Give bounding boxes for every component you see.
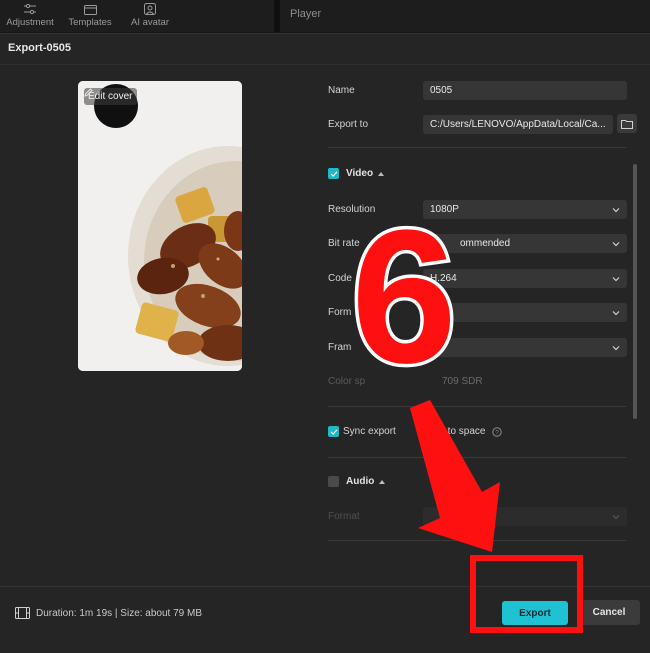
export-summary: Duration: 1m 19s | Size: about 79 MB <box>15 607 202 619</box>
pencil-icon <box>84 88 93 97</box>
audio-section-label: Audio <box>346 476 375 487</box>
sync-label: Sync export <box>343 426 396 437</box>
step-number-annotation: 6 <box>348 212 461 382</box>
chevron-down-icon <box>612 345 620 350</box>
tool-label: Templates <box>68 17 112 28</box>
food-thumbnail-image <box>78 81 242 371</box>
browse-folder-button[interactable] <box>617 114 637 133</box>
tool-label: AI avatar <box>130 17 170 28</box>
player-panel-title: Player <box>290 8 322 20</box>
film-icon <box>15 607 30 619</box>
tool-label: Adjustment <box>6 17 54 28</box>
chevron-down-icon <box>612 514 620 519</box>
step-number-text: 6 <box>351 212 457 382</box>
export-to-label: Export to <box>328 119 369 130</box>
chevron-down-icon <box>612 310 620 315</box>
duration-size-text: Duration: 1m 19s | Size: about 79 MB <box>36 607 203 619</box>
audio-checkbox[interactable] <box>328 476 339 487</box>
name-label: Name <box>328 85 355 96</box>
divider <box>0 64 650 65</box>
sliders-icon <box>24 4 36 15</box>
cover-preview[interactable]: Edit cover <box>78 81 242 371</box>
panel-divider <box>274 0 280 32</box>
toolbar: Adjustment Templates AI avatar <box>0 0 272 32</box>
check-icon <box>330 170 337 177</box>
tool-templates[interactable]: Templates <box>60 0 120 32</box>
tool-adjustment[interactable]: Adjustment <box>0 0 60 32</box>
dialog-title: Export-0505 <box>8 42 71 54</box>
collapse-caret-icon <box>378 171 385 176</box>
app-topbar: Adjustment Templates AI avatar Player <box>0 0 650 32</box>
settings-scrollbar[interactable] <box>633 164 637 419</box>
check-icon <box>330 428 337 435</box>
red-arrow-annotation <box>410 400 500 552</box>
video-section-header[interactable]: Video <box>346 168 385 179</box>
export-highlight-box <box>470 555 583 633</box>
video-checkbox[interactable] <box>328 168 339 179</box>
audio-format-label: Format <box>328 511 360 522</box>
divider <box>328 147 626 148</box>
edit-cover-label: Edit cover <box>88 91 133 102</box>
export-path-input[interactable]: C:/Users/LENOVO/AppData/Local/Ca... <box>423 115 613 134</box>
sync-checkbox[interactable] <box>328 426 339 437</box>
collapse-caret-icon <box>379 479 386 484</box>
chevron-down-icon <box>612 207 620 212</box>
video-section-label: Video <box>346 168 374 179</box>
templates-icon <box>83 5 97 15</box>
chevron-down-icon <box>612 276 620 281</box>
avatar-icon <box>144 3 156 15</box>
name-input[interactable]: 0505 <box>423 81 627 100</box>
tool-ai-avatar[interactable]: AI avatar <box>120 0 180 32</box>
cancel-button[interactable]: Cancel <box>578 600 640 625</box>
chevron-down-icon <box>612 241 620 246</box>
edit-cover-button[interactable]: Edit cover <box>84 88 138 105</box>
audio-section-header[interactable]: Audio <box>346 476 386 487</box>
folder-icon <box>621 119 633 129</box>
